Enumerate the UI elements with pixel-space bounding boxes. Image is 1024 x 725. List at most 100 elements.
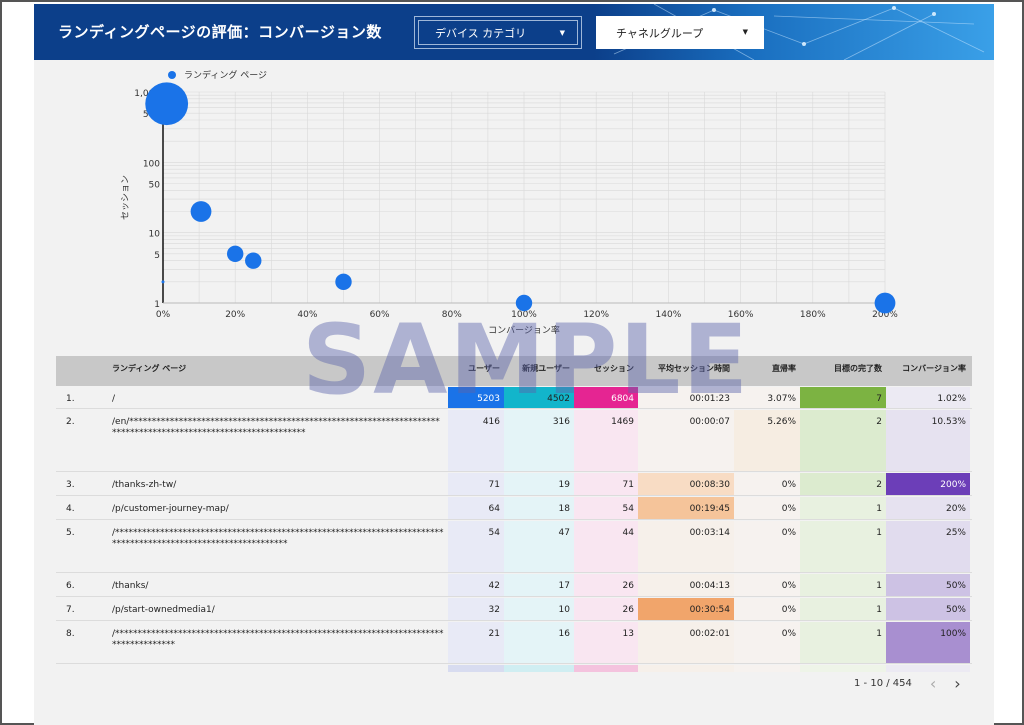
row-index: 1. <box>66 394 75 404</box>
x-tick-label: 60% <box>370 310 390 320</box>
header-sessions[interactable]: セッション <box>574 356 638 386</box>
row-conversion-rate: 25% <box>886 521 970 572</box>
table-row[interactable]: 7. /p/start-ownedmedia1/32 10 26 00:30:54 0% 1… <box>56 598 972 621</box>
row-conversion-rate: 1.02% <box>886 387 970 408</box>
header-new-users[interactable]: 新規ユーザー <box>504 356 574 386</box>
legend-label: ランディング ページ <box>184 69 267 81</box>
x-tick-label: 100% <box>511 310 537 320</box>
header-users[interactable]: ユーザー <box>448 356 504 386</box>
row-index: 2. <box>66 417 75 427</box>
header-bounce[interactable]: 直帰率 <box>734 356 800 386</box>
row-bounce: 0% <box>734 473 800 495</box>
row-index: 3. <box>66 480 75 490</box>
row-duration: 00:00:07 <box>638 410 734 471</box>
row-new-users: 77 <box>504 665 574 672</box>
row-new-users: 17 <box>504 574 574 596</box>
row-users: 32 <box>448 598 504 620</box>
row-landing-page[interactable]: /***************************************… <box>108 521 448 572</box>
header-goals[interactable]: 目標の完了数 <box>800 356 886 386</box>
row-landing-page[interactable]: /p/start-ownedmedia1/ <box>108 598 448 620</box>
x-tick-label: 80% <box>442 310 462 320</box>
row-index: 5. <box>66 528 75 538</box>
table-row[interactable]: 2. /en/**********************************… <box>56 410 972 472</box>
row-conversion-rate: 50% <box>886 598 970 620</box>
row-new-users: 316 <box>504 410 574 471</box>
row-index: 6. <box>66 581 75 591</box>
row-users: 42 <box>448 574 504 596</box>
data-point <box>874 292 896 314</box>
row-new-users: 10 <box>504 598 574 620</box>
row-duration: 00:02:01 <box>638 622 734 663</box>
row-conversion-rate: 20% <box>886 497 970 519</box>
table-header: ランディング ページ ユーザー 新規ユーザー セッション 平均セッション時間 直… <box>56 356 972 386</box>
chart-ticks: 0% 20% 40% 60% 80% 100% 120% 140% 160% 180% 200%15… <box>134 89 898 320</box>
row-new-users: 18 <box>504 497 574 519</box>
report-canvas: ランディングページの評価：コンバージョン数 デバイス カテゴリ ▼ チャネルグル… <box>34 4 994 725</box>
x-tick-label: 160% <box>728 310 754 320</box>
row-bounce: 3.00% <box>734 665 800 672</box>
row-goals: 1 <box>800 497 886 519</box>
header-page[interactable]: ランディング ページ <box>108 356 448 386</box>
table-row[interactable]: 5. /*************************************… <box>56 521 972 573</box>
row-sessions: 26 <box>574 598 638 620</box>
table-row[interactable]: 1. /5203 4502 6804 00:01:23 3.07% 7 1.02% <box>56 387 972 409</box>
row-landing-page[interactable]: /mer/login/ <box>108 665 448 672</box>
row-goals: 7 <box>800 387 886 408</box>
next-page-button[interactable]: › <box>954 674 960 693</box>
row-conversion-rate: 100% <box>886 622 970 663</box>
legend-marker <box>168 71 176 79</box>
row-users: 416 <box>448 410 504 471</box>
table-row[interactable]: 6. /thanks/42 17 26 00:04:13 0% 1 50% <box>56 574 972 597</box>
prev-page-button[interactable]: ‹ <box>930 674 936 693</box>
row-landing-page[interactable]: / <box>108 387 448 408</box>
row-bounce: 5.26% <box>734 410 800 471</box>
row-landing-page[interactable]: /p/customer-journey-map/ <box>108 497 448 519</box>
header-conversion-rate[interactable]: コンバージョン率 <box>886 356 970 386</box>
row-duration: 00:03:14 <box>638 521 734 572</box>
row-sessions: 54 <box>574 497 638 519</box>
row-duration: 00:01:23 <box>638 387 734 408</box>
landing-page-table: ランディング ページ ユーザー 新規ユーザー セッション 平均セッション時間 直… <box>56 356 972 672</box>
row-bounce: 0% <box>734 521 800 572</box>
row-landing-page[interactable]: /en/************************************… <box>108 410 448 471</box>
row-sessions: 1469 <box>574 410 638 471</box>
chart-points <box>145 82 896 314</box>
row-users: 71 <box>448 473 504 495</box>
data-point <box>161 280 165 284</box>
row-sessions: 224 <box>574 665 638 672</box>
row-goals: 1 <box>800 622 886 663</box>
data-point <box>190 201 212 222</box>
row-landing-page[interactable]: /thanks-zh-tw/ <box>108 473 448 495</box>
table-row[interactable]: 3./thanks-zh-tw/71 19 71 00:08:30 0% 2 200% <box>56 473 972 496</box>
row-sessions: 26 <box>574 574 638 596</box>
channel-group-dropdown[interactable]: チャネルグループ ▼ <box>596 16 764 49</box>
header-duration[interactable]: 平均セッション時間 <box>638 356 734 386</box>
row-duration: 00:04:13 <box>638 574 734 596</box>
table-row[interactable]: 4. /p/customer-journey-map/64 18 54 00:19:45… <box>56 497 972 520</box>
row-conversion-rate: 50% <box>886 574 970 596</box>
row-goals: 1 <box>800 521 886 572</box>
row-landing-page[interactable]: /thanks/ <box>108 574 448 596</box>
row-conversion-rate: 10.53% <box>886 410 970 471</box>
row-users: 64 <box>448 497 504 519</box>
device-category-dropdown[interactable]: デバイス カテゴリ ▼ <box>414 16 582 49</box>
row-bounce: 0% <box>734 574 800 596</box>
page-frame: ランディングページの評価：コンバージョン数 デバイス カテゴリ ▼ チャネルグル… <box>0 0 1024 725</box>
table-row[interactable]: 9. /mer/login/1277722400:00:253.00%00% <box>56 665 972 672</box>
row-sessions: 13 <box>574 622 638 663</box>
data-point <box>335 273 352 291</box>
row-users: 21 <box>448 622 504 663</box>
x-axis-label: コンバージョン率 <box>488 324 560 336</box>
row-bounce: 0% <box>734 622 800 663</box>
chevron-down-icon: ▼ <box>742 28 748 36</box>
y-tick-label: 10 <box>149 230 161 240</box>
row-users: 5203 <box>448 387 504 408</box>
row-new-users: 19 <box>504 473 574 495</box>
chevron-down-icon: ▼ <box>559 29 565 37</box>
row-landing-page[interactable]: /***************************************… <box>108 622 448 663</box>
data-point <box>245 252 262 269</box>
row-sessions: 44 <box>574 521 638 572</box>
row-index: 9. <box>62 665 102 672</box>
table-row[interactable]: 8. /*************************************… <box>56 622 972 664</box>
row-index: 7. <box>66 605 75 615</box>
